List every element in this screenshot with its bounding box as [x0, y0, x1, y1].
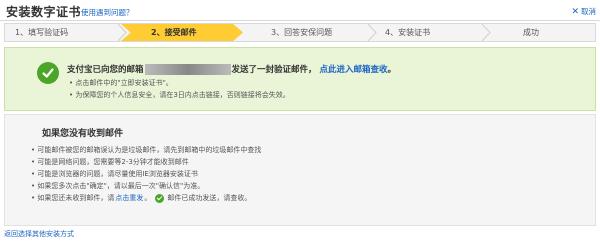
step-1: 1、填写验证码: [15, 28, 69, 37]
list-item: • 可能是网络问题，您需要等2-3分钟才能收到邮件: [31, 158, 189, 166]
cancel-button[interactable]: ✕ 取消: [571, 6, 596, 17]
help-link[interactable]: 使用遇到问题？: [81, 7, 134, 18]
step-4: 4、安装证书: [385, 28, 431, 37]
resend-row: • 如果您还未收到邮件，请 点击重发 。 邮件已成功发送，请查收。: [31, 193, 251, 203]
success-message: 支付宝已向您的邮箱 发送了一封验证邮件， 点此进入邮箱查收 。: [67, 63, 396, 75]
not-received-panel: 如果您没有收到邮件 • 可能邮件被您的邮箱误认为是垃圾邮件，请先到邮箱中的垃圾邮…: [4, 114, 596, 226]
step-3: 3、回答安保问题: [271, 28, 333, 37]
step-separator-icon: [481, 24, 491, 41]
back-link[interactable]: 返回选择其他安装方式: [4, 229, 74, 239]
success-panel: 支付宝已向您的邮箱 发送了一封验证邮件， 点此进入邮箱查收 。 • 点击邮件中的…: [4, 47, 596, 111]
step-5: 成功: [523, 28, 539, 37]
header: 安装数字证书 使用遇到问题？ ✕ 取消: [0, 0, 600, 21]
sent-check-icon: [155, 193, 165, 203]
message-end: 。: [387, 65, 397, 75]
list-item: • 可能邮件被您的邮箱误认为是垃圾邮件，请先到邮箱中的垃圾邮件中查找: [31, 146, 262, 154]
step-progress-bar: 1、填写验证码 2、接受邮件 3、回答安保问题 4、安装证书 成功: [4, 23, 596, 42]
message-suffix: 发送了一封验证邮件，: [231, 65, 317, 75]
resend-mid: 。: [144, 194, 152, 202]
tip-install: • 点击邮件中的"立即安装证书"。: [69, 79, 173, 87]
list-item: • 如果您多次点击"确定"，请以最后一次"确认信"为准。: [31, 182, 205, 190]
tip-expiry: • 为保障您的个人信息安全，请在3日内点击链接，否则链接将会失效。: [69, 91, 290, 99]
not-received-title: 如果您没有收到邮件: [42, 129, 124, 139]
close-icon: ✕: [571, 6, 579, 17]
masked-email: [144, 63, 231, 75]
resend-prefix: • 如果您还未收到邮件，请: [31, 194, 115, 202]
resend-link[interactable]: 点击重发: [115, 193, 143, 203]
open-mailbox-link[interactable]: 点此进入邮箱查收: [320, 63, 388, 75]
message-prefix: 支付宝已向您的邮箱: [67, 65, 144, 75]
sent-text: 邮件已成功发送，请查收。: [167, 194, 252, 202]
page-title: 安装数字证书: [6, 5, 82, 19]
step-separator-icon: [367, 24, 377, 41]
success-check-icon: [37, 62, 59, 84]
list-item: • 可能是浏览器的问题，请尽量使用IE浏览器安装证书: [31, 170, 198, 178]
step-2-active: 2、接受邮件: [121, 24, 243, 41]
cancel-label: 取消: [581, 7, 596, 16]
